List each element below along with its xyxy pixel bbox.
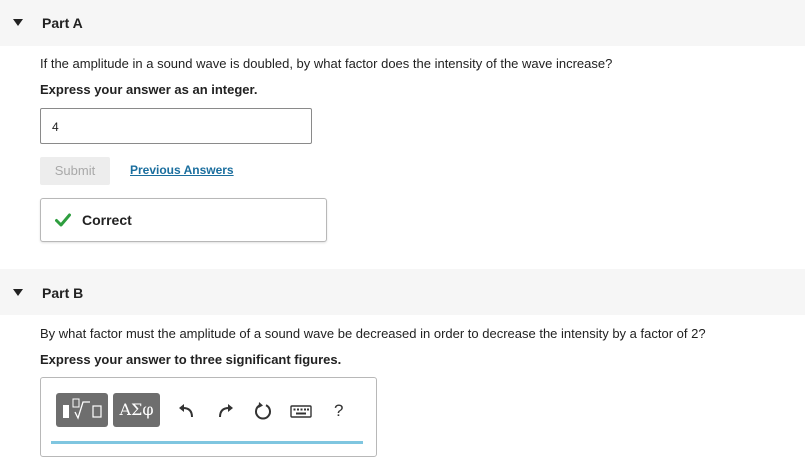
templates-icon	[63, 398, 102, 420]
submit-button[interactable]: Submit	[40, 157, 110, 185]
help-button[interactable]: ?	[334, 401, 343, 421]
reset-icon[interactable]	[253, 401, 273, 421]
previous-answers-link[interactable]: Previous Answers	[130, 163, 234, 177]
part-b-instruction: Express your answer to three significant…	[40, 352, 342, 367]
feedback-box: Correct	[40, 198, 327, 242]
collapse-caret-icon[interactable]	[13, 19, 23, 26]
part-a-instruction: Express your answer as an integer.	[40, 82, 258, 97]
part-b-title: Part B	[42, 285, 84, 301]
part-a-question: If the amplitude in a sound wave is doub…	[40, 56, 613, 71]
greek-symbols-label: ΑΣφ	[119, 400, 154, 419]
undo-icon[interactable]	[177, 401, 197, 421]
redo-icon[interactable]	[215, 401, 235, 421]
part-b-question: By what factor must the amplitude of a s…	[40, 326, 706, 341]
greek-symbols-button[interactable]: ΑΣφ	[113, 393, 160, 427]
templates-button[interactable]	[56, 393, 108, 427]
feedback-text: Correct	[82, 212, 132, 228]
part-a-header[interactable]: Part A	[0, 0, 805, 46]
check-icon	[55, 213, 71, 227]
part-a-title: Part A	[42, 15, 83, 31]
part-a-answer-input[interactable]: 4	[40, 108, 312, 144]
part-b-header[interactable]: Part B	[0, 269, 805, 315]
collapse-caret-icon[interactable]	[13, 289, 23, 296]
keyboard-icon[interactable]	[290, 401, 312, 421]
